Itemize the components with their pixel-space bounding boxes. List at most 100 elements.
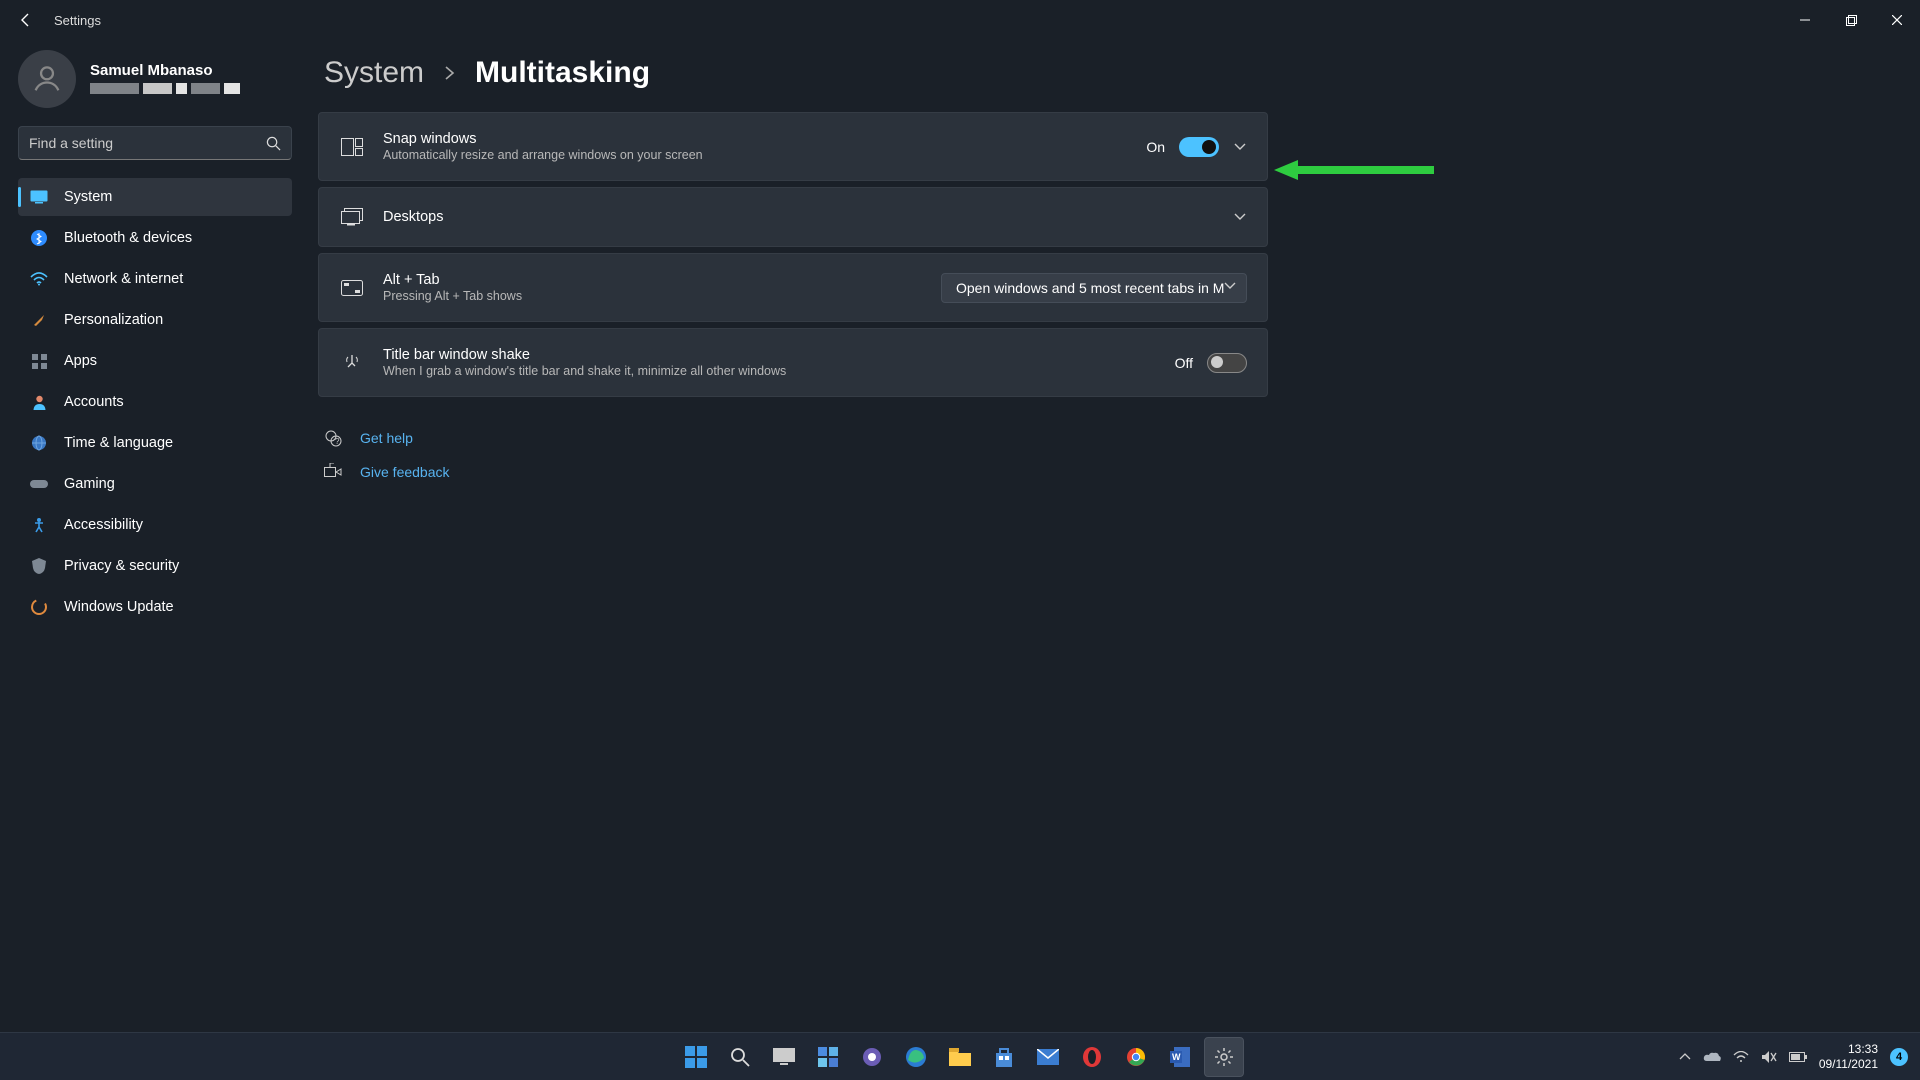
setting-snap-windows[interactable]: Snap windows Automatically resize and ar… <box>318 112 1268 181</box>
alt-tab-icon <box>341 277 363 299</box>
chevron-down-icon <box>1224 282 1236 290</box>
sidebar-item-personalization[interactable]: Personalization <box>18 301 292 339</box>
update-icon <box>30 598 48 616</box>
gamepad-icon <box>30 475 48 493</box>
alt-tab-dropdown[interactable]: Open windows and 5 most recent tabs in M <box>941 273 1247 303</box>
help-icon: ? <box>324 429 342 447</box>
content-area: System Multitasking Snap windows Automat… <box>310 40 1920 1040</box>
minimize-button[interactable] <box>1782 0 1828 40</box>
feedback-icon <box>324 463 342 481</box>
setting-title-bar-shake[interactable]: Title bar window shake When I grab a win… <box>318 328 1268 397</box>
chevron-right-icon <box>444 65 455 81</box>
time-text: 13:33 <box>1819 1042 1878 1057</box>
sidebar-item-time-language[interactable]: Time & language <box>18 424 292 462</box>
tray-onedrive-icon[interactable] <box>1703 1051 1721 1063</box>
profile-name: Samuel Mbanaso <box>90 62 240 79</box>
toggle-state-label: On <box>1146 139 1165 155</box>
sidebar-item-system[interactable]: System <box>18 178 292 216</box>
dropdown-selected: Open windows and 5 most recent tabs in M <box>956 280 1224 296</box>
taskbar-search[interactable] <box>720 1037 760 1077</box>
search-icon <box>266 136 281 151</box>
snap-toggle[interactable] <box>1179 137 1219 157</box>
sidebar-item-windows-update[interactable]: Windows Update <box>18 588 292 626</box>
taskbar-system-tray: 13:33 09/11/2021 4 <box>1679 1042 1908 1072</box>
taskbar-chat[interactable] <box>852 1037 892 1077</box>
setting-title: Desktops <box>383 209 1233 225</box>
sidebar-item-privacy[interactable]: Privacy & security <box>18 547 292 585</box>
setting-alt-tab[interactable]: Alt + Tab Pressing Alt + Tab shows Open … <box>318 253 1268 322</box>
give-feedback-link[interactable]: Give feedback <box>318 455 1876 489</box>
back-button[interactable] <box>14 8 38 32</box>
taskbar-store[interactable] <box>984 1037 1024 1077</box>
shake-icon <box>341 352 363 374</box>
tray-overflow-icon[interactable] <box>1679 1053 1691 1061</box>
sidebar-item-network[interactable]: Network & internet <box>18 260 292 298</box>
tray-volume-icon[interactable] <box>1761 1050 1777 1064</box>
sidebar-item-accounts[interactable]: Accounts <box>18 383 292 421</box>
grid-icon <box>30 352 48 370</box>
sidebar-item-label: Accessibility <box>64 517 143 533</box>
desktops-icon <box>341 206 363 228</box>
search-box[interactable] <box>18 126 292 160</box>
notification-badge[interactable]: 4 <box>1890 1048 1908 1066</box>
profile-email-redacted <box>90 83 240 96</box>
taskbar-task-view[interactable] <box>764 1037 804 1077</box>
date-text: 09/11/2021 <box>1819 1057 1878 1072</box>
sidebar-item-label: Network & internet <box>64 271 183 287</box>
brush-icon <box>30 311 48 329</box>
search-input[interactable] <box>29 135 266 151</box>
sidebar-item-label: Privacy & security <box>64 558 179 574</box>
sidebar-item-label: Windows Update <box>64 599 174 615</box>
link-label: Get help <box>360 430 413 446</box>
setting-subtitle: Pressing Alt + Tab shows <box>383 289 941 303</box>
close-button[interactable] <box>1874 0 1920 40</box>
profile-block[interactable]: Samuel Mbanaso <box>18 50 292 108</box>
svg-text:W: W <box>1172 1052 1181 1062</box>
sidebar-item-label: Personalization <box>64 312 163 328</box>
accessibility-icon <box>30 516 48 534</box>
globe-icon <box>30 434 48 452</box>
shield-icon <box>30 557 48 575</box>
taskbar-settings[interactable] <box>1204 1037 1244 1077</box>
title-bar: Settings <box>0 0 1920 40</box>
taskbar-explorer[interactable] <box>940 1037 980 1077</box>
sidebar-item-accessibility[interactable]: Accessibility <box>18 506 292 544</box>
sidebar-item-apps[interactable]: Apps <box>18 342 292 380</box>
taskbar-clock[interactable]: 13:33 09/11/2021 <box>1819 1042 1878 1072</box>
chevron-down-icon[interactable] <box>1233 210 1247 224</box>
sidebar-item-label: Accounts <box>64 394 124 410</box>
shake-toggle[interactable] <box>1207 353 1247 373</box>
sidebar: Samuel Mbanaso System Bluetooth & device… <box>0 40 310 1040</box>
taskbar-edge[interactable] <box>896 1037 936 1077</box>
sidebar-item-bluetooth[interactable]: Bluetooth & devices <box>18 219 292 257</box>
breadcrumb-parent[interactable]: System <box>324 56 424 90</box>
setting-title: Snap windows <box>383 131 1146 147</box>
wifi-icon <box>30 270 48 288</box>
link-label: Give feedback <box>360 464 450 480</box>
app-title: Settings <box>54 13 101 28</box>
taskbar-apps: W <box>676 1037 1244 1077</box>
setting-title: Title bar window shake <box>383 347 1175 363</box>
sidebar-item-label: Time & language <box>64 435 173 451</box>
start-button[interactable] <box>676 1037 716 1077</box>
chevron-down-icon[interactable] <box>1233 140 1247 154</box>
sidebar-item-label: Gaming <box>64 476 115 492</box>
taskbar: W 13:33 09/11/2021 4 <box>0 1032 1920 1080</box>
taskbar-opera[interactable] <box>1072 1037 1112 1077</box>
get-help-link[interactable]: ? Get help <box>318 421 1876 455</box>
sidebar-item-gaming[interactable]: Gaming <box>18 465 292 503</box>
svg-text:?: ? <box>335 437 340 446</box>
taskbar-widgets[interactable] <box>808 1037 848 1077</box>
avatar <box>18 50 76 108</box>
tray-wifi-icon[interactable] <box>1733 1051 1749 1063</box>
taskbar-word[interactable]: W <box>1160 1037 1200 1077</box>
sidebar-item-label: Apps <box>64 353 97 369</box>
setting-subtitle: When I grab a window's title bar and sha… <box>383 364 1175 378</box>
taskbar-chrome[interactable] <box>1116 1037 1156 1077</box>
maximize-button[interactable] <box>1828 0 1874 40</box>
breadcrumb: System Multitasking <box>318 56 1876 90</box>
person-icon <box>30 393 48 411</box>
taskbar-mail[interactable] <box>1028 1037 1068 1077</box>
setting-desktops[interactable]: Desktops <box>318 187 1268 247</box>
tray-battery-icon[interactable] <box>1789 1052 1807 1062</box>
